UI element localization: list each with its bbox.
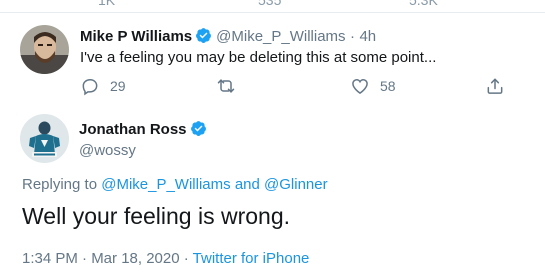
share-icon <box>485 76 505 96</box>
avatar-jonathan-ross[interactable] <box>20 114 69 163</box>
reply-icon <box>80 76 100 96</box>
replying-user-link[interactable]: @Glinner <box>264 176 328 193</box>
reply-separator: · <box>350 28 356 45</box>
previous-count-fragment: 5.3K <box>409 0 438 8</box>
tweet-author-row: Jonathan Ross <box>79 120 211 141</box>
previous-action-row-cropped: 1K 535 5.3K <box>0 0 545 12</box>
reply-text: I've a feeling you may be deleting this … <box>80 49 437 66</box>
tweet-author-name[interactable]: Jonathan Ross <box>79 121 187 138</box>
replying-prefix: Replying to <box>22 176 98 193</box>
like-icon <box>350 76 370 96</box>
reply-button[interactable]: 29 <box>80 76 126 96</box>
share-button[interactable] <box>485 76 505 96</box>
like-count: 58 <box>380 78 396 94</box>
reply-header: Mike P Williams @Mike_P_Williams · 4h <box>80 27 376 49</box>
replying-to-line: Replying to @Mike_P_Williams and @Glinne… <box>22 176 328 193</box>
previous-count-fragment: 535 <box>258 0 282 8</box>
tweet-author-handle[interactable]: @wossy <box>79 142 136 159</box>
reply-action-bar: 29 58 <box>80 76 520 96</box>
replying-and: and <box>234 176 260 193</box>
verified-badge-icon <box>195 27 212 49</box>
verified-badge-icon <box>190 120 207 141</box>
tweet-source-link[interactable]: Twitter for iPhone <box>193 250 310 267</box>
reply-time[interactable]: 4h <box>359 28 376 45</box>
reply-author-name[interactable]: Mike P Williams <box>80 28 192 45</box>
avatar-mike-p-williams[interactable] <box>20 25 69 74</box>
tweet-text: Well your feeling is wrong. <box>22 203 291 229</box>
like-button[interactable]: 58 <box>350 76 396 96</box>
retweet-button[interactable] <box>215 76 237 96</box>
tweet-timestamp[interactable]: 1:34 PM · Mar 18, 2020 · <box>22 250 189 267</box>
reply-author-handle[interactable]: @Mike_P_Williams <box>216 28 345 45</box>
reply-count: 29 <box>110 78 126 94</box>
tweet-meta: 1:34 PM · Mar 18, 2020 · Twitter for iPh… <box>22 250 309 267</box>
retweet-icon <box>215 76 237 96</box>
divider <box>0 12 545 13</box>
replying-user-link[interactable]: @Mike_P_Williams <box>101 176 230 193</box>
previous-count-fragment: 1K <box>98 0 116 8</box>
